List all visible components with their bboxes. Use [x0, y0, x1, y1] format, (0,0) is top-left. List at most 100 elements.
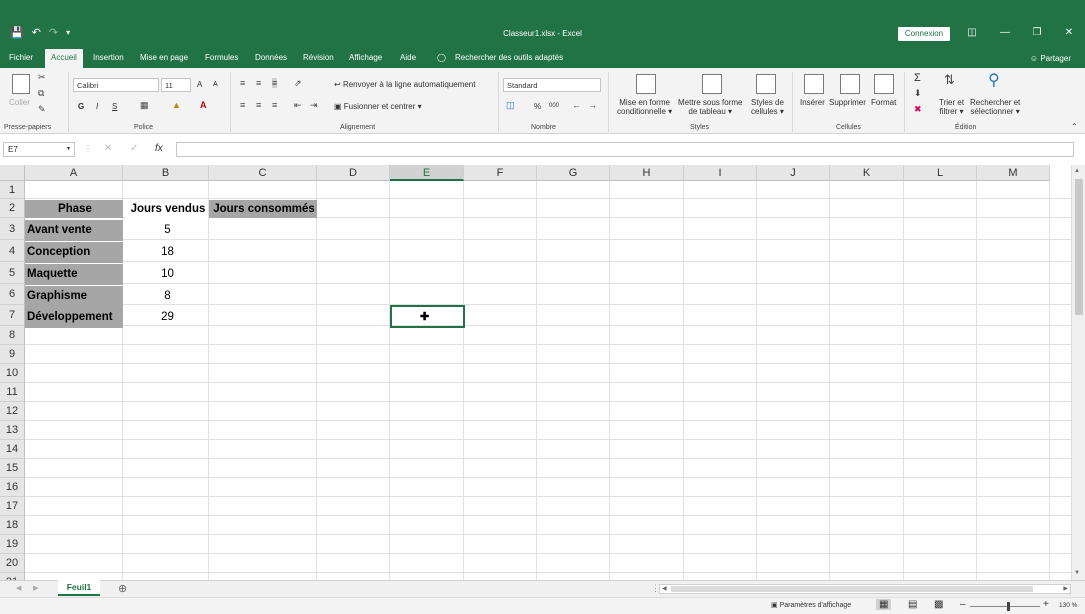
orientation-icon[interactable]: ⇗: [294, 78, 302, 89]
ribbon-display-options-icon[interactable]: ◫: [965, 27, 979, 38]
find-select-button[interactable]: Rechercher et sélectionner ▾: [970, 98, 1020, 116]
decrease-decimal-icon[interactable]: →: [588, 100, 597, 110]
format-button[interactable]: Format: [871, 98, 896, 107]
enter-icon[interactable]: ✓: [130, 143, 138, 154]
tab-fichier[interactable]: Fichier: [9, 53, 33, 62]
paste-icon[interactable]: [12, 74, 30, 94]
tell-me-search[interactable]: Rechercher des outils adaptés: [455, 53, 563, 62]
minimize-icon[interactable]: —: [998, 27, 1012, 38]
column-header-L[interactable]: L: [904, 165, 977, 181]
partager-button[interactable]: ☺ Partager: [1030, 54, 1071, 63]
cell-styles-button[interactable]: Styles de cellules ▾: [751, 98, 784, 116]
row-header-7[interactable]: 7: [0, 305, 25, 326]
percent-button[interactable]: %: [534, 102, 541, 111]
scroll-thumb[interactable]: [1075, 179, 1083, 315]
cell-B5[interactable]: 10: [124, 264, 209, 285]
fill-color-icon[interactable]: ▲: [172, 100, 181, 110]
scroll-right-icon[interactable]: ▶: [1063, 585, 1068, 592]
zoom-slider-thumb[interactable]: [1007, 602, 1010, 611]
collapse-ribbon-icon[interactable]: ⌃: [1071, 122, 1078, 131]
insert-function-button[interactable]: fx: [155, 143, 163, 154]
row-header-15[interactable]: 15: [0, 459, 25, 478]
column-header-H[interactable]: H: [610, 165, 684, 181]
cell-A7[interactable]: Développement: [25, 307, 123, 328]
tab-aide[interactable]: Aide: [400, 53, 416, 62]
row-header-14[interactable]: 14: [0, 440, 25, 459]
thousands-button[interactable]: 000: [549, 103, 559, 109]
conditional-format-button[interactable]: Mise en forme conditionnelle ▾: [617, 98, 672, 116]
tab-revision[interactable]: Révision: [303, 53, 334, 62]
column-header-B[interactable]: B: [123, 165, 209, 181]
currency-icon[interactable]: ◫: [506, 100, 515, 111]
column-header-F[interactable]: F: [464, 165, 537, 181]
align-right-icon[interactable]: ≡: [272, 100, 277, 110]
row-header-17[interactable]: 17: [0, 497, 25, 516]
shrink-font-button[interactable]: A: [213, 81, 218, 88]
tab-accueil[interactable]: Accueil: [45, 49, 83, 68]
row-header-6[interactable]: 6: [0, 284, 25, 305]
sort-filter-button[interactable]: Trier et filtrer ▾: [939, 98, 964, 116]
scroll-up-icon[interactable]: ▲: [1074, 168, 1080, 174]
selected-cell-E7[interactable]: ✚: [390, 305, 465, 328]
row-header-18[interactable]: 18: [0, 516, 25, 535]
zoom-in-button[interactable]: +: [1043, 599, 1049, 610]
grow-font-button[interactable]: A: [197, 80, 202, 89]
name-box[interactable]: E7 ▾: [3, 142, 75, 157]
cell-A5[interactable]: Maquette: [25, 264, 123, 285]
font-name-select[interactable]: Calibri: [73, 78, 159, 92]
column-header-C[interactable]: C: [209, 165, 317, 181]
column-header-A[interactable]: A: [25, 165, 123, 181]
merge-center-button[interactable]: ▣ Fusionner et centrer ▾: [334, 102, 422, 111]
zoom-level[interactable]: 130 %: [1059, 602, 1077, 609]
prev-sheet-icon[interactable]: ◀: [16, 584, 21, 592]
cell-B7[interactable]: 29: [124, 307, 209, 328]
supprimer-button[interactable]: Supprimer: [829, 98, 866, 107]
column-header-I[interactable]: I: [684, 165, 757, 181]
clear-icon[interactable]: ✖: [914, 104, 922, 115]
formula-input[interactable]: [176, 142, 1074, 157]
align-top-icon[interactable]: ≡: [240, 78, 245, 88]
align-middle-icon[interactable]: ≡: [256, 78, 261, 88]
tab-formules[interactable]: Formules: [205, 53, 238, 62]
tab-affichage[interactable]: Affichage: [349, 53, 382, 62]
horizontal-scrollbar[interactable]: ◀ ▶: [659, 584, 1071, 594]
cell-B6[interactable]: 8: [124, 286, 209, 307]
next-sheet-icon[interactable]: ▶: [33, 584, 38, 592]
decrease-indent-icon[interactable]: ⇤: [294, 100, 302, 111]
tab-insertion[interactable]: Insertion: [93, 53, 124, 62]
row-header-11[interactable]: 11: [0, 383, 25, 402]
row-header-1[interactable]: 1: [0, 181, 25, 199]
page-layout-view-icon[interactable]: ▤: [908, 599, 917, 610]
vertical-scrollbar[interactable]: ▲ ▼: [1071, 165, 1085, 580]
hscroll-thumb[interactable]: [671, 586, 1033, 592]
row-header-10[interactable]: 10: [0, 364, 25, 383]
connexion-button[interactable]: Connexion: [898, 27, 950, 41]
increase-indent-icon[interactable]: ⇥: [310, 100, 318, 111]
autosum-button[interactable]: Σ: [914, 72, 921, 84]
font-size-select[interactable]: 11: [161, 78, 191, 92]
zoom-out-button[interactable]: –: [960, 599, 966, 610]
row-header-2[interactable]: 2: [0, 199, 25, 218]
cell-B2[interactable]: Jours vendus: [126, 200, 208, 218]
align-bottom-icon[interactable]: ≡: [272, 78, 278, 88]
select-all-corner[interactable]: [0, 165, 25, 181]
row-header-16[interactable]: 16: [0, 478, 25, 497]
cancel-icon[interactable]: ✕: [104, 143, 112, 154]
row-header-9[interactable]: 9: [0, 345, 25, 364]
underline-button[interactable]: S: [112, 102, 117, 111]
close-icon[interactable]: ✕: [1062, 27, 1076, 38]
coller-button[interactable]: Coller: [9, 98, 30, 107]
borders-icon[interactable]: ▦: [140, 100, 149, 111]
cell-A4[interactable]: Conception: [25, 242, 123, 263]
font-color-icon[interactable]: A: [200, 100, 207, 110]
tab-mise-en-page[interactable]: Mise en page: [140, 53, 188, 62]
display-settings-button[interactable]: ▣ Paramètres d'affichage: [771, 601, 851, 609]
bold-button[interactable]: G: [78, 102, 84, 111]
cell-C2[interactable]: Jours consommés: [209, 200, 317, 218]
scroll-down-icon[interactable]: ▼: [1074, 570, 1080, 576]
zoom-slider[interactable]: [970, 606, 1040, 607]
row-header-20[interactable]: 20: [0, 554, 25, 573]
tab-donnees[interactable]: Données: [255, 53, 287, 62]
restore-icon[interactable]: ❐: [1030, 27, 1044, 38]
row-header-13[interactable]: 13: [0, 421, 25, 440]
